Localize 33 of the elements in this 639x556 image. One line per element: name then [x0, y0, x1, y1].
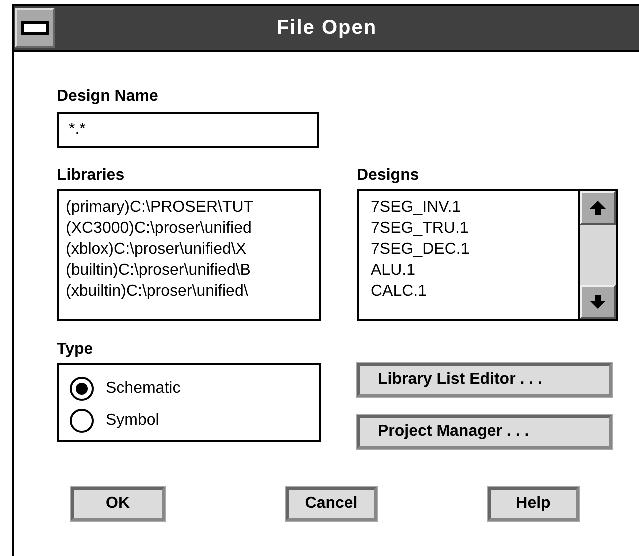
system-menu-button[interactable] — [15, 8, 55, 48]
window-title: File Open — [276, 16, 378, 40]
up-arrow-icon — [588, 198, 608, 218]
list-item[interactable]: (builtin)C:\proser\unified\B — [66, 260, 319, 281]
design-name-field[interactable]: *.* — [57, 112, 319, 148]
dialog-button[interactable]: Project Manager . . . — [357, 415, 612, 449]
dialog-button[interactable]: Library List Editor . . . — [357, 363, 612, 397]
list-item[interactable]: CALC.1 — [371, 281, 578, 302]
group-label: Type — [57, 341, 94, 360]
list-item[interactable]: (xblox)C:\proser\unified\X — [66, 239, 319, 260]
dialog-button[interactable]: OK — [71, 487, 165, 521]
list-item[interactable]: 7SEG_DEC.1 — [371, 239, 578, 260]
list-label: Designs — [357, 167, 420, 186]
scroll-up-button[interactable] — [580, 191, 616, 225]
list-item[interactable]: ALU.1 — [371, 260, 578, 281]
radio-button[interactable] — [70, 377, 94, 401]
dialog-button[interactable]: Help — [488, 487, 579, 521]
list-label: Libraries — [57, 167, 126, 186]
list-item[interactable]: 7SEG_INV.1 — [371, 197, 578, 218]
designs-list[interactable]: 7SEG_INV.1 7SEG_TRU.1 7SEG_DEC.1 ALU.1 CALC.1 — [357, 189, 618, 321]
list-item[interactable]: (xbuiltin)C:\proser\unified\ — [66, 281, 319, 302]
down-arrow-icon — [588, 292, 608, 312]
option-label: Schematic — [106, 380, 181, 398]
list-item[interactable]: (XC3000)C:\proser\unified — [66, 218, 319, 239]
dialog-button[interactable]: Cancel — [286, 487, 377, 521]
list-item[interactable]: (primary)C:\PROSER\TUT — [66, 197, 319, 218]
scrollbar[interactable] — [578, 191, 616, 319]
radio-button[interactable] — [70, 409, 94, 433]
scroll-down-button[interactable] — [580, 285, 616, 319]
libraries-list[interactable]: (primary)C:\PROSER\TUT (XC3000)C:\proser\unified (xblox)C:\proser\unified\X (builtin)C:\proser\unified\B (xbuiltin)C:\proser\unified\ — [57, 189, 321, 321]
list-item[interactable]: 7SEG_TRU.1 — [371, 218, 578, 239]
field-label: Design Name — [57, 88, 160, 107]
option-label: Symbol — [106, 412, 160, 430]
